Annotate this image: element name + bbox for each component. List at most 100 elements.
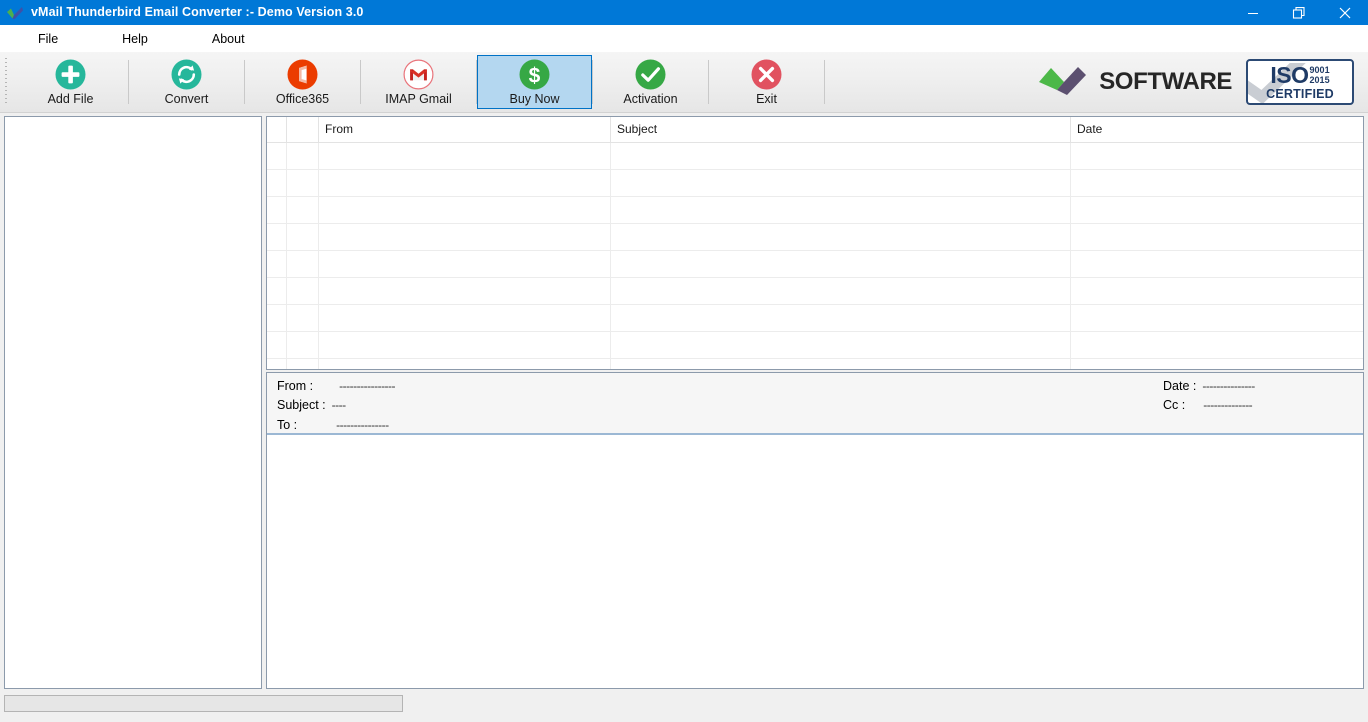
- preview-label-cc: Cc :: [1163, 398, 1186, 412]
- toolbar-label-exit: Exit: [756, 92, 777, 106]
- mail-list-row[interactable]: [267, 143, 1363, 170]
- preview-field-from: From : ----------------: [277, 379, 396, 393]
- column-header-date[interactable]: Date: [1071, 117, 1363, 142]
- iso-certified-text: CERTIFIED: [1266, 86, 1334, 101]
- toolbar-button-exit[interactable]: Exit: [709, 55, 824, 109]
- mail-list-cell: [1071, 359, 1363, 369]
- toolbar-grip-handle[interactable]: [3, 58, 11, 106]
- folder-tree-panel[interactable]: [4, 116, 262, 689]
- mail-list-cell: [319, 305, 611, 331]
- mail-list-row[interactable]: [267, 332, 1363, 359]
- mail-list-row[interactable]: [267, 224, 1363, 251]
- mail-list-row[interactable]: [267, 305, 1363, 332]
- column-header-icon[interactable]: [287, 117, 319, 142]
- mail-list-row[interactable]: [267, 197, 1363, 224]
- column-header-from[interactable]: From: [319, 117, 611, 142]
- mail-list-cell: [319, 278, 611, 304]
- mail-list-header-row: From Subject Date: [267, 117, 1363, 143]
- preview-label-to: To :: [277, 418, 298, 432]
- mail-list-row[interactable]: [267, 251, 1363, 278]
- column-header-select[interactable]: [267, 117, 287, 142]
- mail-list-cell: [287, 305, 319, 331]
- mail-list-cell: [611, 359, 1071, 369]
- svg-text:$: $: [529, 64, 541, 87]
- iso-certified-badge: ISO 9001 2015 CERTIFIED: [1246, 59, 1354, 105]
- office365-icon: [287, 58, 318, 90]
- preview-field-subject: Subject : ----: [277, 398, 346, 412]
- iso-standard-year1: 9001: [1309, 64, 1330, 75]
- mail-list-cell: [611, 305, 1071, 331]
- toolbar-button-activation[interactable]: Activation: [593, 55, 708, 109]
- toolbar-button-imap-gmail[interactable]: IMAP Gmail: [361, 55, 476, 109]
- mail-list-cell: [267, 332, 287, 358]
- column-header-subject[interactable]: Subject: [611, 117, 1071, 142]
- toolbar-label-activation: Activation: [623, 92, 678, 106]
- preview-value-cc: --------------: [1203, 398, 1253, 412]
- plus-circle-icon: [55, 58, 86, 90]
- mail-list-body[interactable]: [267, 143, 1363, 369]
- title-bar: vMail Thunderbird Email Converter :- Dem…: [0, 0, 1368, 25]
- toolbar-button-buy-now[interactable]: $ Buy Now: [477, 55, 592, 109]
- mail-list-row[interactable]: [267, 170, 1363, 197]
- mail-list-cell: [611, 170, 1071, 196]
- toolbar-button-add-file[interactable]: Add File: [13, 55, 128, 109]
- menu-item-help[interactable]: Help: [114, 29, 156, 49]
- close-button[interactable]: [1322, 0, 1368, 25]
- mail-list-cell: [1071, 332, 1363, 358]
- mail-list-row[interactable]: [267, 359, 1363, 369]
- mail-list-cell: [611, 251, 1071, 277]
- preview-value-from: ----------------: [339, 379, 396, 393]
- brand-logos: SOFTWARE ISO 9001 2015 CERTIFIED: [1037, 52, 1368, 112]
- preview-label-subject: Subject :: [277, 398, 326, 412]
- mail-list-cell: [287, 170, 319, 196]
- mail-list-cell: [319, 170, 611, 196]
- toolbar-label-buy-now: Buy Now: [509, 92, 560, 106]
- toolbar-button-convert[interactable]: Convert: [129, 55, 244, 109]
- mail-list-cell: [1071, 251, 1363, 277]
- menu-item-file[interactable]: File: [30, 29, 66, 49]
- mail-list-cell: [319, 143, 611, 169]
- toolbar-label-office365: Office365: [275, 92, 330, 106]
- mail-list-cell: [287, 224, 319, 250]
- check-circle-icon: [635, 58, 666, 90]
- iso-standard-year2: 2015: [1309, 74, 1330, 85]
- mail-list-cell: [319, 197, 611, 223]
- preview-value-to: ---------------: [336, 418, 389, 432]
- status-bar: [0, 692, 1368, 721]
- mail-list-cell: [611, 278, 1071, 304]
- green-purple-check-logo-icon: [1037, 63, 1093, 102]
- mail-list-cell: [611, 224, 1071, 250]
- mail-list-cell: [319, 251, 611, 277]
- mail-list-table[interactable]: From Subject Date: [266, 116, 1364, 370]
- mail-list-cell: [287, 278, 319, 304]
- progress-bar: [4, 695, 403, 712]
- dollar-circle-icon: $: [519, 58, 550, 90]
- preview-field-cc: Cc : --------------: [1163, 398, 1253, 412]
- mail-list-cell: [319, 224, 611, 250]
- menu-item-about[interactable]: About: [204, 29, 253, 49]
- restore-button[interactable]: [1276, 0, 1322, 25]
- mail-list-cell: [267, 251, 287, 277]
- mail-list-cell: [611, 143, 1071, 169]
- preview-value-date: ---------------: [1202, 379, 1255, 393]
- mail-list-cell: [267, 170, 287, 196]
- mail-list-cell: [287, 332, 319, 358]
- refresh-circle-icon: [171, 58, 202, 90]
- close-circle-icon: [751, 58, 782, 90]
- gmail-icon: [403, 58, 434, 90]
- mail-list-row[interactable]: [267, 278, 1363, 305]
- window-title: vMail Thunderbird Email Converter :- Dem…: [31, 5, 364, 19]
- mail-list-cell: [267, 197, 287, 223]
- mail-list-cell: [1071, 224, 1363, 250]
- mail-list-cell: [287, 143, 319, 169]
- toolbar-label-imap-gmail: IMAP Gmail: [385, 92, 452, 106]
- email-preview-header: From : ---------------- Subject : ---- T…: [267, 373, 1363, 435]
- mail-list-cell: [1071, 278, 1363, 304]
- mail-list-cell: [1071, 305, 1363, 331]
- toolbar-button-office365[interactable]: Office365: [245, 55, 360, 109]
- mail-list-cell: [267, 143, 287, 169]
- mail-list-cell: [287, 359, 319, 369]
- minimize-button[interactable]: [1230, 0, 1276, 25]
- preview-value-subject: ----: [331, 398, 346, 412]
